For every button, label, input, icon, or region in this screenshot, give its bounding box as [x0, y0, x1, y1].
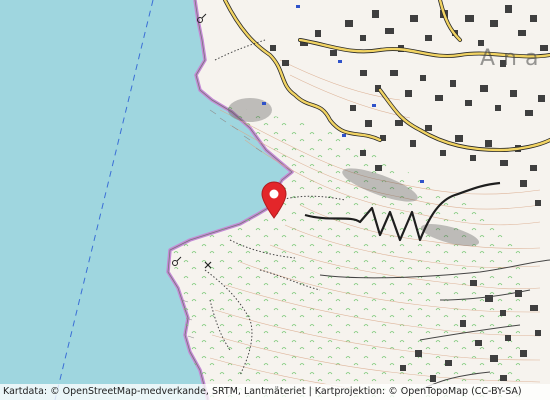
map-view[interactable]: Ana Kartdata: © OpenStreetMap-medverkand… — [0, 0, 550, 400]
map-pin-shape — [261, 181, 287, 219]
map-pin-icon[interactable] — [259, 180, 289, 220]
place-label: Ana — [480, 46, 547, 71]
map-attribution[interactable]: Kartdata: © OpenStreetMap-medverkande, S… — [0, 384, 550, 400]
